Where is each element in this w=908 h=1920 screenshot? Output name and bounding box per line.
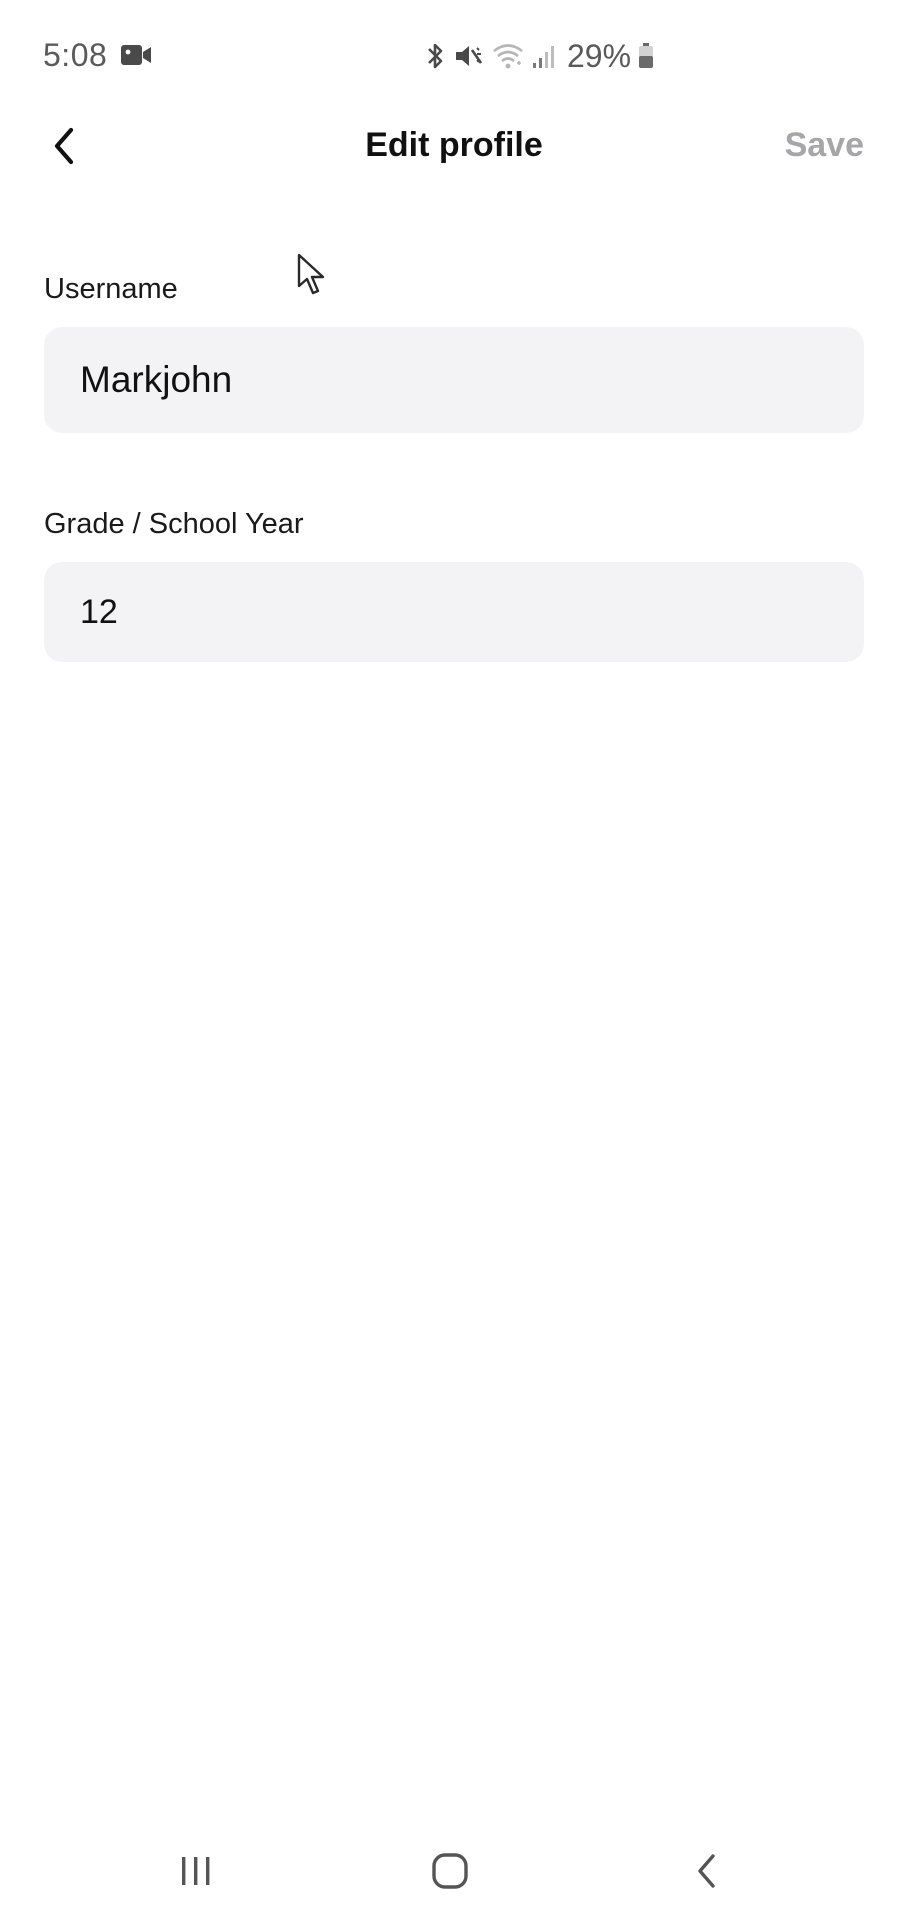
battery-icon [637, 41, 655, 71]
battery-percent: 29% [567, 37, 632, 74]
username-input[interactable] [44, 327, 864, 433]
save-button[interactable]: Save [785, 126, 864, 165]
home-icon [428, 1849, 472, 1898]
home-button[interactable] [420, 1848, 480, 1898]
page-title: Edit profile [365, 126, 543, 164]
mute-icon [453, 41, 485, 71]
grade-input[interactable] [44, 562, 864, 662]
video-camera-icon [120, 43, 152, 67]
username-label: Username [44, 273, 178, 305]
system-nav-bar [0, 1820, 908, 1920]
signal-icon [531, 41, 559, 71]
status-time: 5:08 [43, 37, 108, 73]
recents-button[interactable] [166, 1848, 226, 1898]
status-bar: 5:08 29% [0, 0, 908, 110]
edit-profile-screen: 5:08 29% Edit profile Save Username Mark… [0, 0, 908, 1920]
recents-icon [176, 1851, 216, 1896]
app-header: Edit profile Save [0, 100, 908, 196]
mouse-pointer-icon [296, 252, 330, 298]
grade-label: Grade / School Year [44, 508, 304, 540]
wifi-icon [491, 41, 525, 71]
system-back-button[interactable] [676, 1848, 736, 1898]
back-icon [691, 1851, 721, 1896]
bluetooth-icon [423, 41, 447, 71]
status-icons: 29% [423, 36, 655, 76]
